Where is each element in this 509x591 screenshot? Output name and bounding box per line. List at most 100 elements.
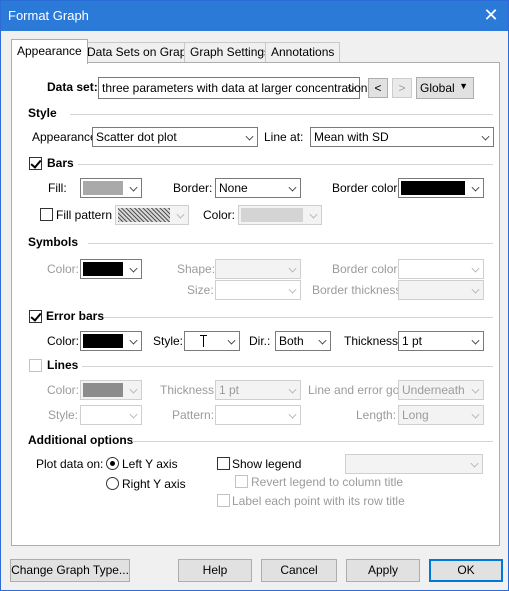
bars-border-label: Border: bbox=[173, 181, 213, 195]
symbols-size-select[interactable] bbox=[215, 280, 301, 300]
lines-length-select[interactable]: Long bbox=[398, 405, 484, 425]
change-graph-type-button[interactable]: Change Graph Type... bbox=[10, 559, 130, 582]
pattern-color-select[interactable] bbox=[238, 205, 322, 225]
symbols-divider bbox=[88, 243, 493, 244]
error-bars-style-select[interactable] bbox=[184, 331, 240, 351]
title-bar: Format Graph ✕ bbox=[1, 1, 508, 31]
appearance-value: Scatter dot plot bbox=[96, 130, 177, 144]
lines-pattern-select[interactable] bbox=[215, 405, 301, 425]
error-bar-cap-icon bbox=[200, 335, 207, 336]
chevron-down-icon bbox=[471, 410, 480, 419]
appearance-select[interactable]: Scatter dot plot bbox=[92, 127, 258, 147]
error-bars-dir-select[interactable]: Both bbox=[275, 331, 331, 351]
chevron-down-icon bbox=[129, 385, 138, 394]
error-bars-dir-label: Dir.: bbox=[249, 334, 271, 348]
bars-border-color-select[interactable] bbox=[398, 178, 484, 198]
line-at-select[interactable]: Mean with SD bbox=[310, 127, 494, 147]
right-y-axis-radio[interactable] bbox=[106, 477, 119, 490]
chevron-down-icon bbox=[288, 285, 297, 294]
symbols-size-label: Size: bbox=[187, 283, 214, 297]
bars-fill-color-select[interactable] bbox=[80, 178, 142, 198]
chevron-down-icon bbox=[471, 385, 480, 394]
format-graph-dialog: Format Graph ✕ Appearance Data Sets on G… bbox=[0, 0, 509, 591]
dropdown-arrow-icon: ▼ bbox=[459, 81, 468, 91]
line-at-label: Line at: bbox=[264, 130, 304, 144]
bars-border-color-label: Border color: bbox=[332, 181, 401, 195]
chevron-down-icon bbox=[288, 264, 297, 273]
fill-pattern-select[interactable] bbox=[115, 205, 189, 225]
border-color-swatch bbox=[401, 181, 465, 195]
lines-color-select[interactable] bbox=[80, 380, 142, 400]
symbols-border-color-select[interactable] bbox=[398, 259, 484, 279]
lines-thickness-select[interactable]: 1 pt bbox=[215, 380, 301, 400]
symbols-color-select[interactable] bbox=[80, 259, 142, 279]
legend-select[interactable] bbox=[345, 454, 483, 474]
error-bars-color-swatch bbox=[83, 334, 123, 348]
bars-border-select[interactable]: None bbox=[215, 178, 301, 198]
chevron-down-icon bbox=[245, 132, 254, 141]
lines-heading: Lines bbox=[47, 358, 79, 372]
error-bars-checkbox[interactable] bbox=[29, 310, 42, 323]
lines-style-label: Style: bbox=[48, 408, 79, 422]
chevron-down-icon bbox=[481, 132, 490, 141]
tab-data-sets-on-graph[interactable]: Data Sets on Graph bbox=[81, 42, 200, 63]
data-set-select[interactable]: three parameters with data at larger con… bbox=[98, 77, 373, 99]
chevron-down-icon bbox=[470, 459, 479, 468]
pattern-color-label: Color: bbox=[203, 208, 236, 222]
lines-thickness-label: Thickness: bbox=[160, 383, 218, 397]
revert-legend-checkbox[interactable] bbox=[235, 475, 248, 488]
symbols-color-swatch bbox=[83, 262, 123, 276]
error-bars-color-select[interactable] bbox=[80, 331, 142, 351]
cancel-button[interactable]: Cancel bbox=[261, 559, 337, 582]
revert-legend-label: Revert legend to column title bbox=[251, 475, 404, 489]
chevron-down-icon bbox=[227, 336, 236, 345]
symbols-shape-label: Shape: bbox=[177, 262, 216, 276]
chevron-down-icon bbox=[471, 264, 480, 273]
symbols-border-color-label: Border color: bbox=[332, 262, 401, 276]
lines-length-label: Length: bbox=[356, 408, 397, 422]
error-bars-thickness-label: Thickness: bbox=[344, 334, 402, 348]
additional-options-heading: Additional options bbox=[28, 433, 134, 447]
line-and-error-select[interactable]: Underneath bbox=[398, 380, 484, 400]
lines-color-label: Color: bbox=[47, 383, 80, 397]
left-y-axis-radio[interactable] bbox=[106, 457, 119, 470]
window-title: Format Graph bbox=[8, 8, 89, 23]
chevron-down-icon bbox=[471, 285, 480, 294]
show-legend-checkbox[interactable] bbox=[217, 457, 230, 470]
symbols-shape-select[interactable] bbox=[215, 259, 301, 279]
chevron-down-icon bbox=[288, 410, 297, 419]
appearance-label: Appearance: bbox=[32, 130, 101, 144]
style-divider bbox=[70, 114, 493, 115]
tab-appearance[interactable]: Appearance bbox=[11, 39, 88, 64]
ok-button[interactable]: OK bbox=[429, 559, 503, 582]
previous-data-set-button[interactable]: < bbox=[368, 78, 388, 98]
fill-pattern-checkbox[interactable] bbox=[40, 208, 53, 221]
error-bars-style-label: Style: bbox=[153, 334, 184, 348]
bars-fill-label: Fill: bbox=[48, 181, 67, 195]
tab-annotations[interactable]: Annotations bbox=[265, 42, 341, 63]
bars-divider bbox=[78, 164, 493, 165]
symbols-border-thickness-select[interactable] bbox=[398, 280, 484, 300]
close-icon[interactable]: ✕ bbox=[480, 4, 502, 26]
data-set-label: Data set: bbox=[47, 80, 98, 94]
tab-graph-settings[interactable]: Graph Settings bbox=[184, 42, 277, 63]
bars-checkbox[interactable] bbox=[29, 157, 42, 170]
scope-select[interactable]: Global ▼ bbox=[416, 77, 474, 99]
label-each-point-label: Label each point with its row title bbox=[232, 494, 405, 508]
chevron-down-icon bbox=[176, 210, 185, 219]
error-bars-dir-value: Both bbox=[279, 334, 304, 348]
chevron-down-icon bbox=[288, 183, 297, 192]
next-data-set-button[interactable]: > bbox=[392, 78, 412, 98]
apply-button[interactable]: Apply bbox=[346, 559, 420, 582]
lines-style-select[interactable] bbox=[80, 405, 142, 425]
error-bars-thickness-select[interactable]: 1 pt bbox=[398, 331, 484, 351]
label-each-point-checkbox[interactable] bbox=[217, 494, 230, 507]
lines-checkbox[interactable] bbox=[29, 359, 42, 372]
help-button[interactable]: Help bbox=[178, 559, 252, 582]
chevron-down-icon bbox=[318, 336, 327, 345]
chevron-down-icon bbox=[471, 336, 480, 345]
line-and-error-value: Underneath bbox=[402, 383, 465, 397]
error-bars-heading: Error bars bbox=[46, 309, 105, 323]
lines-pattern-label: Pattern: bbox=[172, 408, 215, 422]
chevron-down-icon bbox=[129, 336, 138, 345]
